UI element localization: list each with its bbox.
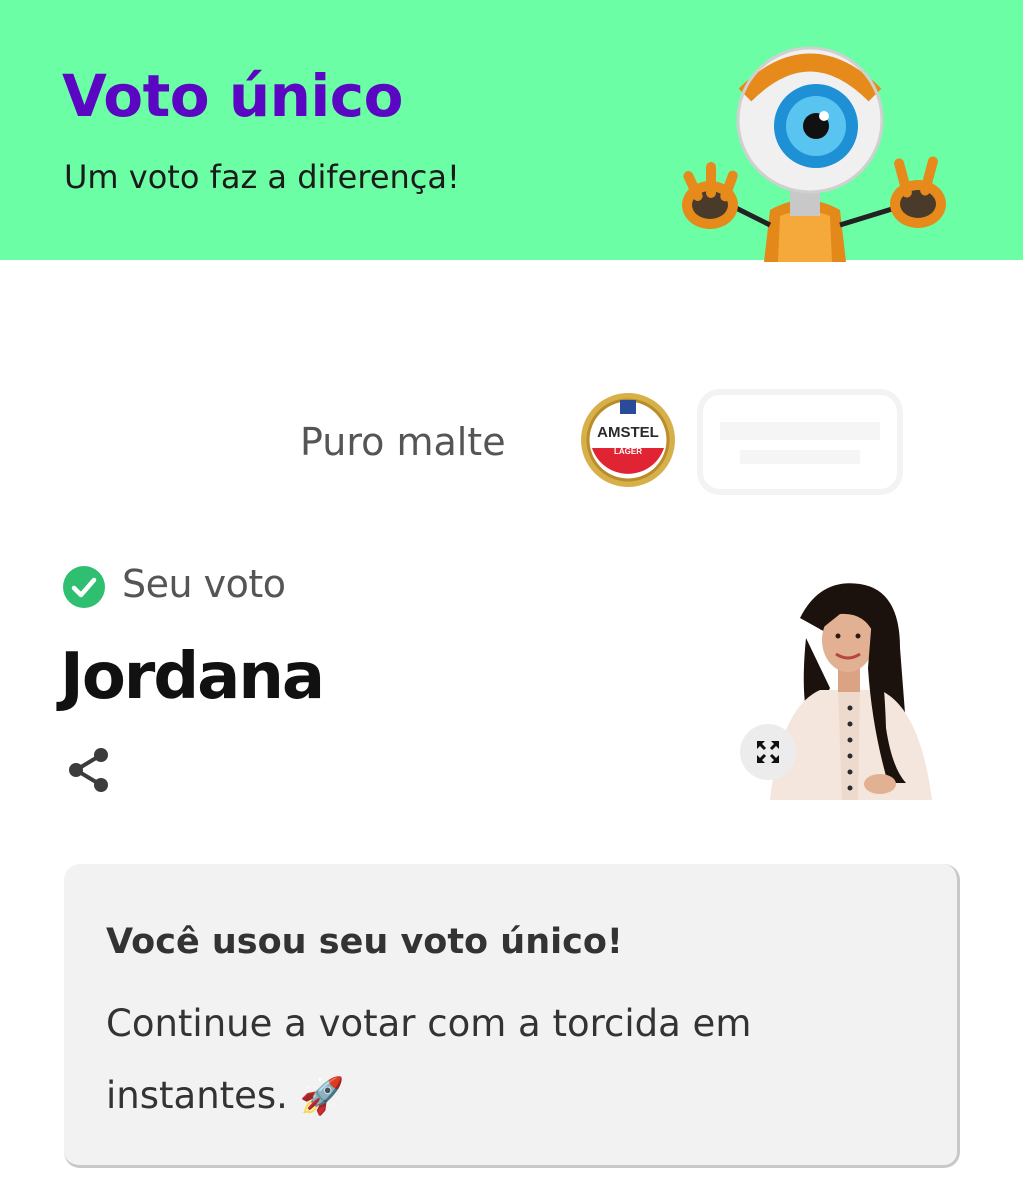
sponsor-watermark — [690, 382, 910, 502]
header-banner: Voto único Um voto faz a diferença! — [0, 0, 1023, 262]
amstel-logo-subtext: LAGER — [614, 447, 642, 456]
amstel-logo-icon: AMSTEL LAGER — [581, 393, 675, 487]
watermark-graphic — [697, 389, 903, 495]
vote-status-label: Seu voto — [122, 562, 286, 606]
page-title: Voto único — [62, 62, 404, 130]
eye-robot-mascot-icon — [682, 46, 946, 262]
vote-used-text: Continue a votar com a torcida em instan… — [106, 1002, 752, 1117]
amstel-logo-text: AMSTEL — [597, 424, 659, 441]
expand-photo-button[interactable] — [740, 724, 796, 780]
vote-used-title: Você usou seu voto único! — [106, 922, 623, 962]
candidate-name: Jordana — [60, 640, 325, 714]
vote-used-card: Você usou seu voto único! Continue a vot… — [64, 864, 960, 1168]
page-subtitle: Um voto faz a diferença! — [64, 158, 460, 196]
share-icon[interactable] — [66, 746, 112, 794]
sponsor-tagline: Puro malte — [300, 420, 506, 464]
rocket-icon: 🚀 — [299, 1076, 345, 1117]
vote-used-message: Continue a votar com a torcida em instan… — [106, 988, 866, 1133]
check-circle-icon — [63, 566, 105, 608]
expand-icon — [757, 741, 779, 763]
